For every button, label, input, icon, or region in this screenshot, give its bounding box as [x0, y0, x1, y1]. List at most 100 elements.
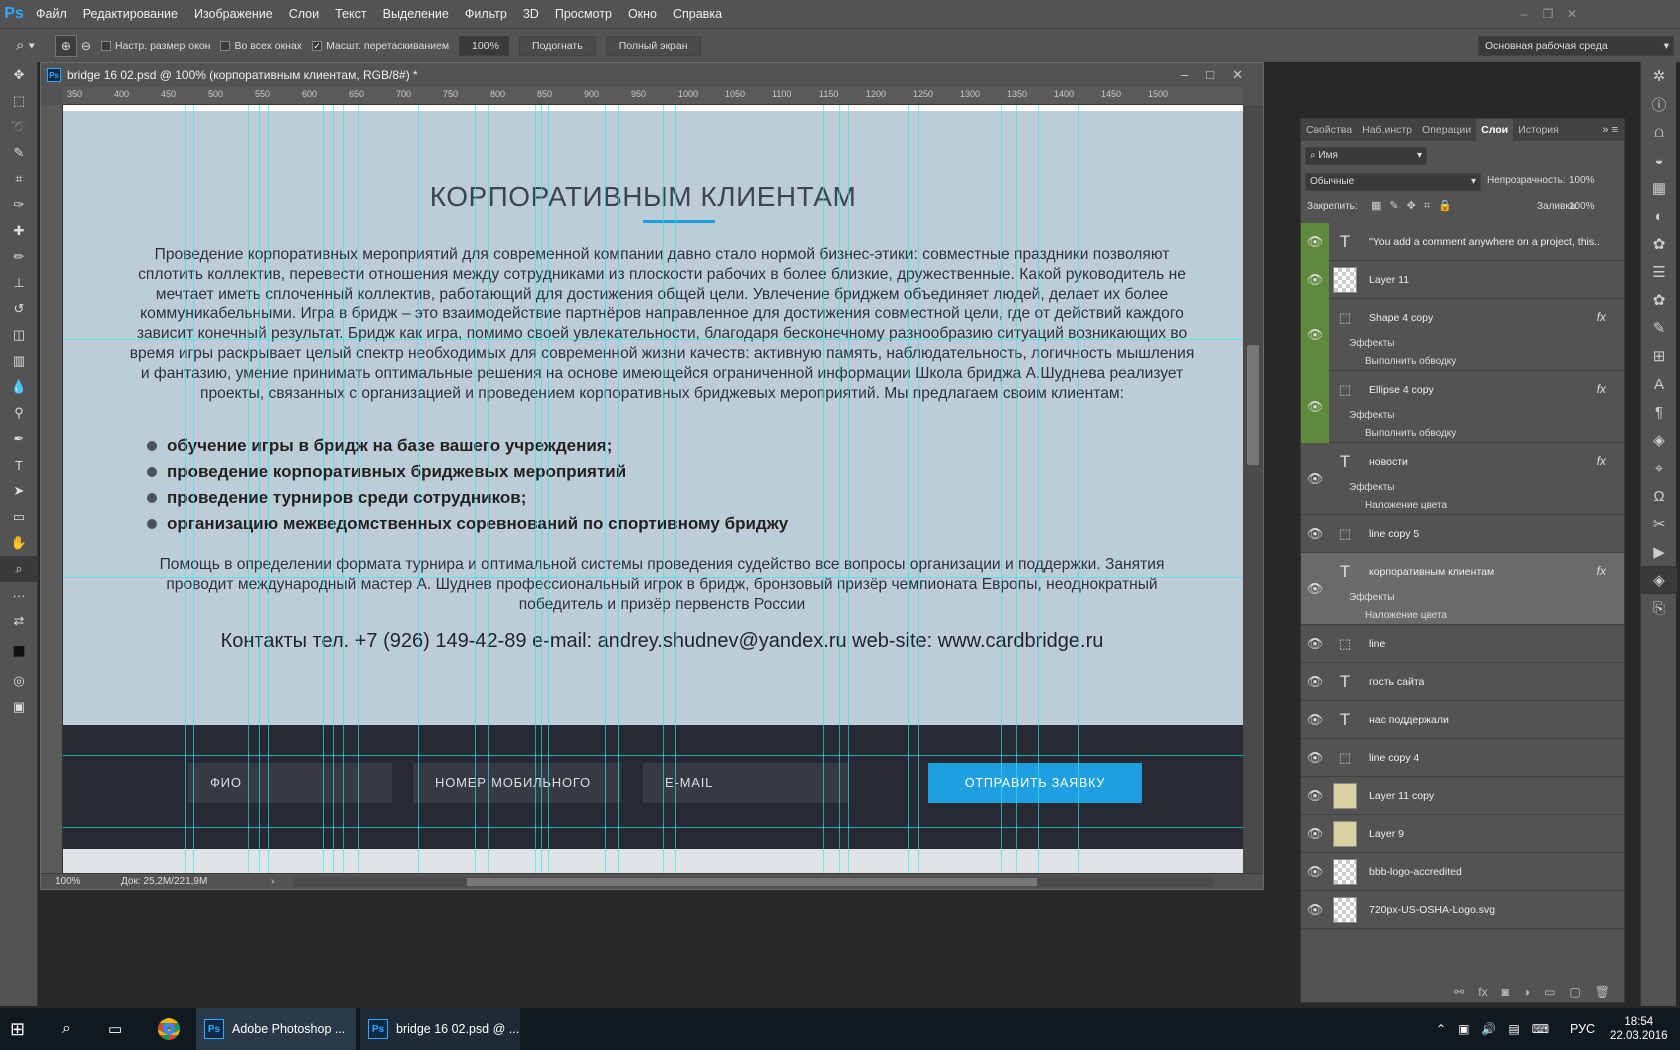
visibility-eye-icon[interactable]: 👁 [1301, 777, 1329, 815]
visibility-eye-icon[interactable]: 👁 [1301, 515, 1329, 553]
tab-history[interactable]: История [1513, 119, 1564, 141]
effects-label[interactable]: Эффекты [1349, 335, 1394, 353]
layer-name[interactable]: line copy 4 [1369, 739, 1419, 777]
swatches-icon[interactable]: ▦ [1641, 174, 1677, 202]
link-icon[interactable]: ⚯ [1454, 985, 1464, 999]
canvas[interactable]: КОРПОРАТИВНЫМ КЛИЕНТАМ Проведение корпор… [63, 105, 1243, 873]
visibility-eye-icon[interactable]: 👁 [1301, 891, 1329, 929]
crop-tool-icon[interactable]: ⌗ [0, 166, 38, 192]
fit-screen-button[interactable]: Подогнать [519, 35, 596, 56]
tab-properties[interactable]: Свойства [1301, 119, 1357, 141]
workspace-select[interactable]: Основная рабочая среда ▾ [1478, 35, 1674, 56]
menu-item[interactable]: 3D [515, 0, 547, 28]
visibility-eye-icon[interactable]: 👁 [1301, 299, 1329, 371]
menu-item[interactable]: Фильтр [457, 0, 515, 28]
doc-restore-button[interactable]: □ [1206, 67, 1214, 83]
document-tab[interactable]: Ps bridge 16 02.psd @ 100% (корпоративны… [41, 63, 1263, 87]
lasso-tool-icon[interactable]: ➰ [0, 114, 38, 140]
fx-icon[interactable]: fx [1597, 382, 1606, 396]
zoom-tool-icon[interactable]: ⌕ [0, 556, 38, 582]
screen-mode-icon[interactable]: ▣ [0, 694, 38, 720]
layer-row[interactable]: 👁 Tкорпоративным клиентам fx Эффекты Наложен… [1301, 553, 1624, 625]
menu-item[interactable]: Редактирование [75, 0, 186, 28]
tab-tool-presets[interactable]: Наб.инстр [1357, 119, 1417, 141]
fill-field[interactable]: 100% [1569, 201, 1595, 212]
effect-item[interactable]: Наложение цвета [1365, 497, 1447, 515]
dodge-icon[interactable]: ⚲ [0, 400, 38, 426]
gradient-icon[interactable]: ▥ [0, 348, 38, 374]
effects-label[interactable]: Эффекты [1349, 589, 1394, 607]
play-icon[interactable]: ▶ [1641, 538, 1677, 566]
layer-row[interactable]: 👁 Layer 9 [1301, 815, 1624, 853]
visibility-eye-icon[interactable]: 👁 [1301, 261, 1329, 299]
layer-name[interactable]: Shape 4 copy [1369, 299, 1433, 337]
stamp-tool-icon[interactable]: ⊥ [0, 270, 38, 296]
layer-row[interactable]: 👁 Layer 11 [1301, 261, 1624, 299]
healing-brush-icon[interactable]: ✚ [0, 218, 38, 244]
layer-name[interactable]: корпоративным клиентам [1369, 553, 1494, 591]
trash-icon[interactable]: 🗑 [1595, 985, 1610, 999]
brush-tool-icon[interactable]: ✏ [0, 244, 38, 270]
layer-row[interactable]: 👁 T "You add a comment anywhere on a proje… [1301, 223, 1624, 261]
more-tools-icon[interactable]: ··· [0, 582, 38, 608]
visibility-eye-icon[interactable]: 👁 [1301, 701, 1329, 739]
scrubby-zoom-checkbox[interactable]: ✓ Масшт. перетаскиванием [312, 40, 449, 52]
scroll-thumb[interactable] [1247, 345, 1259, 465]
quick-mask-icon[interactable]: ◎ [0, 668, 38, 694]
taskbar-document[interactable]: Ps bridge 16 02.psd @ ... [360, 1008, 520, 1050]
layer-name[interactable]: Layer 11 [1369, 261, 1409, 299]
info-icon[interactable]: ⓘ [1641, 90, 1677, 118]
doc-close-button[interactable]: ✕ [1232, 67, 1243, 83]
layer-row[interactable]: 👁 ⬚ Shape 4 copy fx Эффекты Выполнить обводку [1301, 299, 1624, 371]
layer-name[interactable]: "You add a comment anywhere on a project… [1369, 223, 1599, 261]
submit-button[interactable]: ОТПРАВИТЬ ЗАЯВКУ [928, 763, 1142, 803]
fx-icon[interactable]: fx [1478, 985, 1487, 999]
menu-item[interactable]: Изображение [186, 0, 281, 28]
layer-name[interactable]: line [1369, 625, 1385, 663]
fx-icon[interactable]: fx [1597, 564, 1606, 578]
folder-icon[interactable]: ▭ [1544, 985, 1555, 999]
layers-icon[interactable]: ◈ [1641, 566, 1677, 594]
timeline-icon[interactable]: ✂ [1641, 510, 1677, 538]
zoom-tool-icon[interactable]: ⌕ ▾ [16, 37, 35, 54]
restore-button[interactable]: ❐ [1536, 7, 1560, 21]
marquee-tool-icon[interactable]: ⬚ [0, 88, 38, 114]
histogram-icon[interactable]: ⩍ [1641, 118, 1677, 146]
doc-minimize-button[interactable]: ‒ [1181, 67, 1188, 83]
eyedropper-icon[interactable]: ✑ [0, 192, 38, 218]
effects-label[interactable]: Эффекты [1349, 479, 1394, 497]
visibility-eye-icon[interactable]: 👁 [1301, 371, 1329, 443]
panel-menu-icon[interactable]: » ≡ [1602, 119, 1624, 141]
navigator-icon[interactable]: ✲ [1641, 62, 1677, 90]
quick-select-icon[interactable]: ✎ [0, 140, 38, 166]
visibility-eye-icon[interactable]: 👁 [1301, 739, 1329, 777]
path-select-icon[interactable]: ➤ [0, 478, 38, 504]
paths-icon[interactable]: ⌖ [1641, 454, 1677, 482]
visibility-eye-icon[interactable]: 👁 [1301, 223, 1329, 261]
type-tool-icon[interactable]: T [0, 452, 38, 478]
close-button[interactable]: ✕ [1560, 7, 1584, 21]
fx-icon[interactable]: fx [1597, 454, 1606, 468]
new-layer-icon[interactable]: ▢ [1569, 985, 1580, 999]
color-icon[interactable]: ◒ [1641, 146, 1677, 174]
opacity-field[interactable]: 100% [1569, 175, 1595, 186]
menu-item[interactable]: Слои [281, 0, 327, 28]
layer-row[interactable]: 👁 ⬚ Ellipse 4 copy fx Эффекты Выполнить обвод… [1301, 371, 1624, 443]
all-windows-checkbox[interactable]: Во всех окнах [220, 40, 302, 52]
layer-row[interactable]: 👁 720px-US-OSHA-Logo.svg [1301, 891, 1624, 929]
clone-source-icon[interactable]: ⊞ [1641, 342, 1677, 370]
comps-icon[interactable]: ⎘ [1641, 594, 1677, 622]
zoom-in-icon[interactable]: ⊕ [54, 34, 77, 57]
effect-item[interactable]: Выполнить обводку [1365, 353, 1456, 371]
paragraph-icon[interactable]: ¶ [1641, 398, 1677, 426]
layer-row[interactable]: 👁 ⬚ line [1301, 625, 1624, 663]
glyphs-icon[interactable]: Ω [1641, 482, 1677, 510]
menu-item[interactable]: Файл [28, 0, 75, 28]
minimize-button[interactable]: ‒ [1512, 7, 1536, 21]
history-brush-icon[interactable]: ↺ [0, 296, 38, 322]
task-view-icon[interactable]: ▭ [108, 1008, 122, 1050]
layer-row[interactable]: 👁 bbb-logo-accredited [1301, 853, 1624, 891]
swap-colors-icon[interactable]: ⇄ [0, 608, 38, 634]
layer-row[interactable]: 👁 ⬚ line copy 4 [1301, 739, 1624, 777]
3d-icon[interactable]: ◈ [1641, 426, 1677, 454]
